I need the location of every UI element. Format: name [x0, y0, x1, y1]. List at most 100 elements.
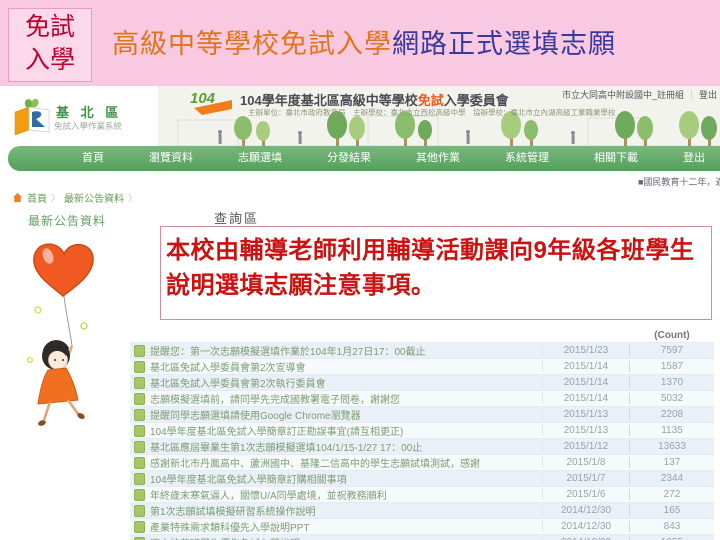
nav-item[interactable]: 分發結果	[327, 146, 371, 171]
table-row[interactable]: 產業特殊需求類科優先入學說明PPT 2014/12/30 843	[130, 518, 714, 534]
nav-item[interactable]: 相關下載	[594, 146, 638, 171]
announcement-count: 1370	[629, 377, 714, 388]
home-icon	[12, 192, 23, 203]
logout-link[interactable]: 登出	[699, 90, 717, 100]
account-bar: 市立大同高中附設國中_註冊組｜登出	[562, 88, 717, 101]
table-header: (Count)	[130, 328, 714, 342]
announcement-count: 137	[629, 457, 714, 468]
slide-title-navy: 網路正式選填志願	[392, 29, 616, 59]
document-icon	[134, 376, 145, 389]
announcement-link[interactable]: 基北區應屆畢業生第1次志願模擬選填104/1/15-1/27 17：00止	[147, 439, 542, 454]
table-row[interactable]: 志願模擬選填前，請同學先完成國教署電子問卷，謝謝您 2015/1/14 5032	[130, 390, 714, 406]
table-row[interactable]: 基北區應屆畢業生第1次志願模擬選填104/1/15-1/27 17：00止 20…	[130, 438, 714, 454]
announcement-count: 2208	[629, 409, 714, 420]
account-name: 市立大同高中附設國中_註冊組	[561, 90, 684, 100]
site-banner: 104 104學年度基北區高級中等學校免試入學委員會 主辦單位：臺北市政府教育局…	[158, 86, 720, 148]
girl-balloon-illustration	[26, 243, 94, 426]
table-row[interactable]: 104學年度基北區免試入學簡章訂購相關事項 2015/1/7 2344	[130, 470, 714, 486]
announcement-date: 2015/1/13	[542, 425, 629, 436]
slide-title: 高級中等學校免試入學網路正式選填志願	[112, 22, 616, 61]
nav-item[interactable]: 瀏覽資料	[149, 146, 193, 171]
callout-box: 本校由輔導老師利用輔導活動課向9年級各班學生說明選填志願注意事項。	[160, 226, 712, 320]
document-icon	[134, 520, 145, 533]
announcement-count: 2344	[629, 473, 714, 484]
svg-text:104: 104	[190, 90, 216, 107]
announcement-date: 2015/1/12	[542, 441, 629, 452]
announcement-count: 843	[629, 521, 714, 532]
table-row[interactable]: 第1次志願試填模擬研習系統操作說明 2014/12/30 165	[130, 502, 714, 518]
badge-line2: 入學	[24, 47, 75, 74]
nav-item[interactable]: 其他作業	[416, 146, 460, 171]
announcement-link[interactable]: 產業特殊需求類科優先入學說明PPT	[147, 519, 542, 534]
table-row[interactable]: 基北區免試入學委員會第2次執行委員會 2015/1/14 1370	[130, 374, 714, 390]
document-icon	[134, 344, 145, 357]
announcement-link[interactable]: 年終歲末寒氣逼人，關懷U/A同學處境，並祝教務順利	[147, 487, 542, 502]
announcement-link[interactable]: 104學年度基北區免試入學簡章訂正勘誤事宜(請互相更正)	[147, 423, 542, 438]
document-icon	[134, 392, 145, 405]
badge-line1: 免試	[24, 14, 75, 41]
announcement-link[interactable]: 志願模擬選填前，請同學先完成國教署電子問卷，謝謝您	[147, 391, 542, 406]
breadcrumb-separator: 〉	[128, 193, 138, 203]
document-icon	[134, 360, 145, 373]
announcement-date: 2015/1/6	[542, 489, 629, 500]
document-icon	[134, 504, 145, 517]
top-right-note: ■國民教育十二年，適性揚才	[638, 177, 720, 187]
system-name: 免試入學作業系統	[54, 121, 123, 131]
table-row[interactable]: 104學年度基北區免試入學簡章訂正勘誤事宜(請互相更正) 2015/1/13 1…	[130, 422, 714, 438]
table-row[interactable]: 國中技藝班學生優先免試入學說明PPT 2014/12/30 1055	[130, 534, 714, 540]
announcement-count: 272	[629, 489, 714, 500]
presentation-slide: 免試 入學 高級中等學校免試入學網路正式選填志願 基 北 區 免試入學作業系統	[0, 0, 720, 540]
table-row[interactable]: 年終歲末寒氣逼人，關懷U/A同學處境，並祝教務順利 2015/1/6 272	[130, 486, 714, 502]
announcement-link[interactable]: 提醒您：第一次志願模擬選填作業於104年1月27日17：00截止	[147, 343, 542, 358]
announcement-date: 2015/1/8	[542, 457, 629, 468]
document-icon	[134, 472, 145, 485]
committee-pre: 104學年度基北區高級中等學校	[240, 93, 418, 108]
document-icon	[134, 424, 145, 437]
announcement-link[interactable]: 提醒同學志願選填請使用Google Chrome瀏覽器	[147, 407, 542, 422]
table-body: 提醒您：第一次志願模擬選填作業於104年1月27日17：00截止 2015/1/…	[130, 342, 714, 540]
nav-item[interactable]: 志願選填	[238, 146, 282, 171]
announcement-count: 165	[629, 505, 714, 516]
announcement-date: 2015/1/7	[542, 473, 629, 484]
count-column-header: (Count)	[654, 329, 690, 341]
announcement-date: 2015/1/14	[542, 361, 629, 372]
announcement-count: 1587	[629, 361, 714, 372]
document-icon	[134, 536, 145, 540]
announcement-link[interactable]: 國中技藝班學生優先免試入學說明PPT	[147, 535, 542, 540]
table-row[interactable]: 感謝新北市丹鳳高中、蘆洲國中、基隆二信高中的學生志願試填測試，感謝 2015/1…	[130, 454, 714, 470]
nav-item[interactable]: 系統管理	[505, 146, 549, 171]
nav-item[interactable]: 登出	[683, 146, 705, 171]
site-logo-area: 基 北 區 免試入學作業系統	[8, 88, 158, 148]
announcement-link[interactable]: 感謝新北市丹鳳高中、蘆洲國中、基隆二信高中的學生志願試填測試，感謝	[147, 455, 542, 470]
table-row[interactable]: 提醒您：第一次志願模擬選填作業於104年1月27日17：00截止 2015/1/…	[130, 342, 714, 358]
nav-item[interactable]: 首頁	[82, 146, 104, 171]
callout-text: 本校由輔導老師利用輔導活動課向9年級各班學生說明選填志願注意事項。	[166, 237, 695, 299]
announcement-link[interactable]: 104學年度基北區免試入學簡章訂購相關事項	[147, 471, 542, 486]
breadcrumb-current[interactable]: 最新公告資料	[64, 190, 124, 205]
document-icon	[134, 440, 145, 453]
announcement-link[interactable]: 第1次志願試填模擬研習系統操作說明	[147, 503, 542, 518]
announcement-date: 2015/1/13	[542, 409, 629, 420]
document-icon	[134, 488, 145, 501]
announcement-count: 7597	[629, 345, 714, 356]
sidebar-item-announcements[interactable]: 最新公告資料	[28, 212, 106, 229]
table-row[interactable]: 提醒同學志願選填請使用Google Chrome瀏覽器 2015/1/13 22…	[130, 406, 714, 422]
announcement-link[interactable]: 基北區免試入學委員會第2次宣導會	[147, 359, 542, 374]
book-logo-icon	[14, 98, 50, 136]
announcement-date: 2014/12/30	[542, 505, 629, 516]
table-row[interactable]: 基北區免試入學委員會第2次宣導會 2015/1/14 1587	[130, 358, 714, 374]
main-navigation: 首頁 瀏覽資料 志願選填 分發結果 其他作業 系統管理 相關下載 登出	[8, 146, 720, 171]
announcement-link[interactable]: 基北區免試入學委員會第2次執行委員會	[147, 375, 542, 390]
breadcrumb: 首頁 〉 最新公告資料 〉	[12, 190, 137, 205]
announcement-count: 1135	[629, 425, 714, 436]
announcement-count: 13633	[629, 441, 714, 452]
exam-free-badge: 免試 入學	[8, 8, 92, 82]
region-name: 基 北 區	[56, 105, 123, 120]
announcement-date: 2015/1/23	[542, 345, 629, 356]
account-divider: ｜	[686, 90, 696, 100]
committee-highlight: 免試	[417, 93, 444, 108]
document-icon	[134, 408, 145, 421]
committee-post: 入學委員會	[443, 93, 509, 108]
website-panel: 基 北 區 免試入學作業系統 104 104學年度基北區高級中等學校免試入學委員…	[0, 86, 720, 540]
breadcrumb-home[interactable]: 首頁	[27, 190, 47, 205]
